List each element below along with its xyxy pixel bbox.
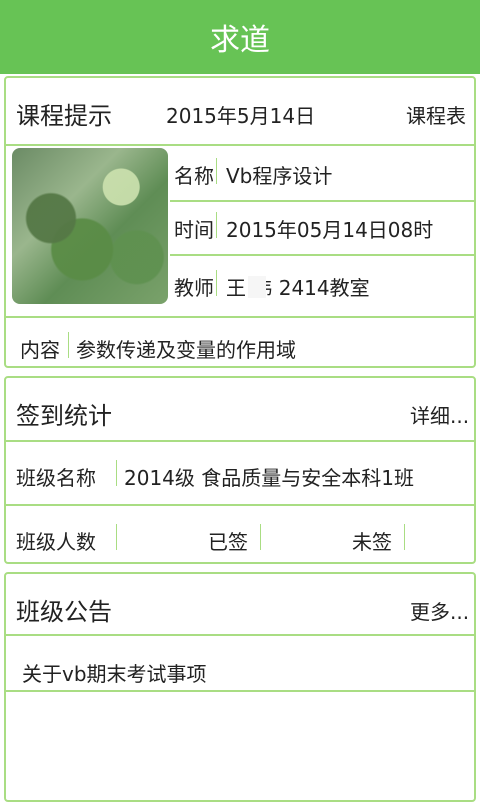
course-tip-title: 课程提示 — [16, 102, 112, 130]
course-name-label: 名称 — [174, 164, 214, 188]
separator — [216, 270, 217, 296]
checkin-card: 签到统计 详细... 班级名称 2014级 食品质量与安全本科1班 班级人数 已… — [4, 376, 476, 564]
details-link[interactable]: 详细... — [410, 400, 469, 429]
separator — [404, 524, 405, 550]
divider — [6, 690, 474, 692]
separator — [216, 158, 217, 184]
class-size-label: 班级人数 — [16, 530, 96, 554]
unsigned-label: 未签 — [352, 530, 392, 554]
course-time-label: 时间 — [174, 218, 214, 242]
notice-item[interactable]: 关于vb期末考试事项 — [22, 658, 207, 687]
separator — [260, 524, 261, 550]
app-title: 求道 — [210, 23, 270, 58]
separator — [116, 460, 117, 486]
course-tip-card: 课程提示 2015年5月14日 课程表 名称 Vb程序设计 时间 2015年05… — [4, 76, 476, 368]
checkin-title: 签到统计 — [16, 402, 112, 430]
course-tip-date: 2015年5月14日 — [166, 104, 316, 128]
class-name-label: 班级名称 — [16, 466, 96, 490]
divider — [6, 144, 474, 146]
divider — [6, 316, 474, 318]
course-name-value: Vb程序设计 — [226, 164, 333, 188]
course-time-value: 2015年05月14日08时 — [226, 218, 434, 242]
divider — [6, 634, 474, 636]
divider — [6, 504, 474, 506]
more-link[interactable]: 更多... — [410, 596, 469, 625]
name-redaction — [248, 276, 266, 298]
course-photo — [12, 148, 168, 304]
notice-title: 班级公告 — [16, 598, 112, 626]
course-content-label: 内容 — [20, 338, 60, 362]
notice-card: 班级公告 更多... 关于vb期末考试事项 — [4, 572, 476, 802]
app-top-bar: 求道 — [0, 0, 480, 74]
signed-label: 已签 — [208, 530, 248, 554]
course-content-value: 参数传递及变量的作用域 — [76, 338, 296, 362]
separator — [68, 332, 69, 358]
schedule-link[interactable]: 课程表 — [406, 100, 466, 129]
class-name-value: 2014级 食品质量与安全本科1班 — [124, 466, 414, 490]
separator — [216, 212, 217, 238]
divider — [170, 254, 476, 256]
course-teacher-label: 教师 — [174, 276, 214, 300]
divider — [170, 200, 476, 202]
separator — [116, 524, 117, 550]
divider — [6, 440, 474, 442]
